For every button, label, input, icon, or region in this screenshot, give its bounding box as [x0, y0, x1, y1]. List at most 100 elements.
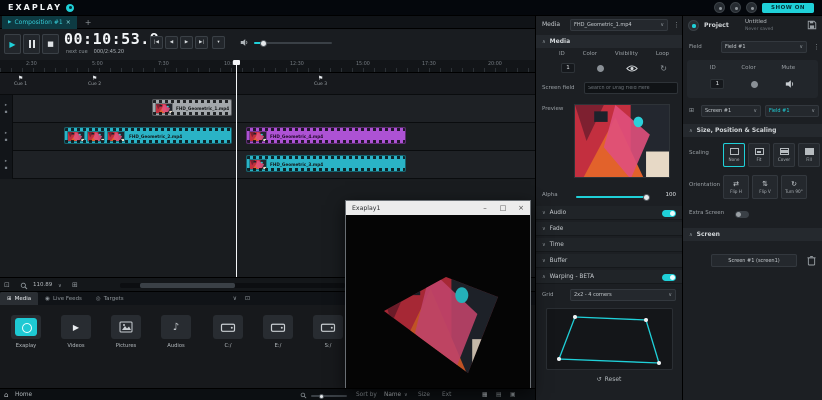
- tab-live-feeds[interactable]: ◉ Live Feeds: [38, 292, 89, 305]
- playhead[interactable]: [236, 60, 237, 277]
- section-audio[interactable]: ∨ Audio: [536, 206, 682, 220]
- step-forward-button[interactable]: ▶: [180, 36, 193, 49]
- scaling-cover-button[interactable]: Cover: [773, 143, 795, 167]
- timeline-clip-3[interactable]: FHD_Geometric_4.mp4: [246, 127, 406, 144]
- screen-field-input[interactable]: [584, 82, 678, 94]
- media-color-swatch[interactable]: [597, 65, 604, 72]
- media-id-input[interactable]: 1: [561, 63, 575, 73]
- cue-marker[interactable]: ⚑ Cue 1: [14, 75, 27, 87]
- browser-item-drive-c[interactable]: C:/: [206, 315, 250, 349]
- browser-collapse-icon[interactable]: ∨: [233, 295, 237, 302]
- timeline-scrollbar[interactable]: [120, 283, 345, 288]
- breadcrumb-home[interactable]: Home: [15, 392, 32, 398]
- field-menu-icon[interactable]: ⋮: [813, 43, 820, 51]
- thumb-zoom-slider[interactable]: [311, 395, 347, 397]
- timeline-clip-1[interactable]: FHD_Geometric_1.mp4: [152, 99, 232, 116]
- zoom-dropdown-icon[interactable]: ∨: [58, 283, 62, 289]
- field-id-input[interactable]: 1: [710, 79, 724, 89]
- skip-last-button[interactable]: ▶|: [195, 36, 208, 49]
- scaling-fit-button[interactable]: Fit: [748, 143, 770, 167]
- pause-button[interactable]: [23, 34, 40, 54]
- volume-speaker-icon[interactable]: [240, 38, 249, 47]
- timeline-ruler[interactable]: 2:30 5:00 7:30 10:00 12:30 15:00 17:30 2…: [0, 60, 535, 73]
- play-button[interactable]: ▶: [4, 34, 21, 54]
- volume-slider[interactable]: [254, 42, 332, 44]
- browser-expand-icon[interactable]: ⊡: [245, 295, 250, 302]
- tab-composition-1[interactable]: ▶ Composition #1 ×: [2, 16, 77, 29]
- minimize-icon[interactable]: –: [476, 201, 494, 215]
- close-icon[interactable]: ×: [512, 201, 530, 215]
- warp-reset-button[interactable]: ↺ Reset: [536, 376, 682, 383]
- stop-button[interactable]: ■: [42, 34, 59, 54]
- browser-item-exaplay[interactable]: Exaplay: [4, 315, 48, 349]
- add-tab-button[interactable]: +: [77, 18, 100, 27]
- maximize-icon[interactable]: □: [494, 201, 512, 215]
- flip-h-button[interactable]: ⇄ Flip H: [723, 175, 749, 199]
- track-header[interactable]: ▸▪: [0, 123, 13, 151]
- browser-item-videos[interactable]: ▶ Videos: [54, 315, 98, 349]
- topbar-icon-2[interactable]: [730, 2, 741, 13]
- view-detail-icon[interactable]: ▣: [510, 392, 515, 398]
- alpha-slider-knob[interactable]: [643, 194, 650, 201]
- flip-v-button[interactable]: ⇅ Flip V: [752, 175, 778, 199]
- visibility-eye-icon[interactable]: [626, 64, 638, 73]
- section-buffer[interactable]: ∨ Buffer: [536, 254, 682, 268]
- track-row-1[interactable]: ▸▪: [0, 95, 535, 123]
- track-header[interactable]: ▸▪: [0, 151, 13, 179]
- screen-select-dropdown[interactable]: Screen #1 ∨: [701, 105, 761, 117]
- loop-icon[interactable]: ↻: [660, 64, 667, 73]
- extra-screen-toggle[interactable]: [735, 211, 749, 218]
- step-back-button[interactable]: ◀: [165, 36, 178, 49]
- cue-lane[interactable]: ⚑ Cue 1 ⚑ Cue 2 ⚑ Cue 3: [0, 73, 535, 95]
- field-color-swatch[interactable]: [751, 81, 758, 88]
- timeline-scrollbar-thumb[interactable]: [140, 283, 235, 288]
- browser-item-drive-s[interactable]: S:/: [306, 315, 350, 349]
- timeline-clip-2[interactable]: FHD_Geometric_2.mp4: [64, 127, 232, 144]
- section-screen[interactable]: ∧ Screen: [683, 228, 822, 241]
- volume-slider-knob[interactable]: [260, 40, 267, 47]
- topbar-icon-1[interactable]: [714, 2, 725, 13]
- section-size-position-scaling[interactable]: ∧ Size, Position & Scaling: [683, 124, 822, 137]
- warp-editor[interactable]: [546, 308, 673, 370]
- zoom-level-value[interactable]: 110.89: [33, 282, 52, 288]
- delete-screen-trash-icon[interactable]: [807, 255, 816, 266]
- zoom-magnifier-icon[interactable]: [20, 282, 28, 290]
- browser-item-audios[interactable]: ♪ Audios: [154, 315, 198, 349]
- section-warping[interactable]: ∧ Warping - BETA: [536, 270, 682, 284]
- mute-speaker-icon[interactable]: [785, 79, 795, 89]
- output-window[interactable]: Exaplay1 – □ ×: [345, 200, 531, 388]
- fit-view-icon[interactable]: ⊡: [4, 281, 10, 289]
- project-icon[interactable]: [688, 20, 699, 31]
- audio-toggle[interactable]: [662, 210, 676, 217]
- track-header[interactable]: ▸▪: [0, 95, 13, 123]
- section-media[interactable]: ∧ Media: [536, 35, 682, 48]
- screen-grid-icon[interactable]: ⊞: [689, 107, 694, 114]
- show-on-button[interactable]: SHOW ON: [762, 3, 814, 13]
- thumb-zoom-knob[interactable]: [319, 394, 324, 399]
- view-grid-icon[interactable]: ▦: [482, 392, 487, 398]
- turn-90-button[interactable]: ↻ Turn 90°: [781, 175, 807, 199]
- save-icon[interactable]: [807, 20, 817, 30]
- screen-target-button[interactable]: Screen #1 (screen1): [711, 254, 797, 267]
- media-menu-icon[interactable]: ⋮: [673, 21, 680, 29]
- skip-first-button[interactable]: |◀: [150, 36, 163, 49]
- output-window-titlebar[interactable]: Exaplay1 – □ ×: [346, 201, 530, 215]
- warping-toggle[interactable]: [662, 274, 676, 281]
- home-icon[interactable]: ⌂: [4, 391, 8, 399]
- cue-mode-dropdown[interactable]: ▾: [212, 36, 225, 49]
- tab-close-icon[interactable]: ×: [66, 19, 71, 26]
- sort-size-option[interactable]: Size: [418, 392, 430, 398]
- alpha-slider[interactable]: [576, 196, 648, 198]
- snap-grid-icon[interactable]: ⊞: [72, 281, 78, 289]
- view-list-icon[interactable]: ▤: [496, 392, 501, 398]
- thumb-zoom-icon[interactable]: [300, 392, 307, 399]
- topbar-icon-3[interactable]: [746, 2, 757, 13]
- tab-targets[interactable]: ◎ Targets: [89, 292, 131, 305]
- browser-item-drive-e[interactable]: E:/: [256, 315, 300, 349]
- browser-item-pictures[interactable]: Pictures: [104, 315, 148, 349]
- media-select-dropdown[interactable]: FHD_Geometric_1.mp4 ∨: [570, 19, 668, 31]
- sort-ext-option[interactable]: Ext: [442, 392, 451, 398]
- section-fade[interactable]: ∨ Fade: [536, 222, 682, 236]
- section-time[interactable]: ∨ Time: [536, 238, 682, 252]
- field-select-dropdown[interactable]: Field #1 ∨: [721, 41, 807, 53]
